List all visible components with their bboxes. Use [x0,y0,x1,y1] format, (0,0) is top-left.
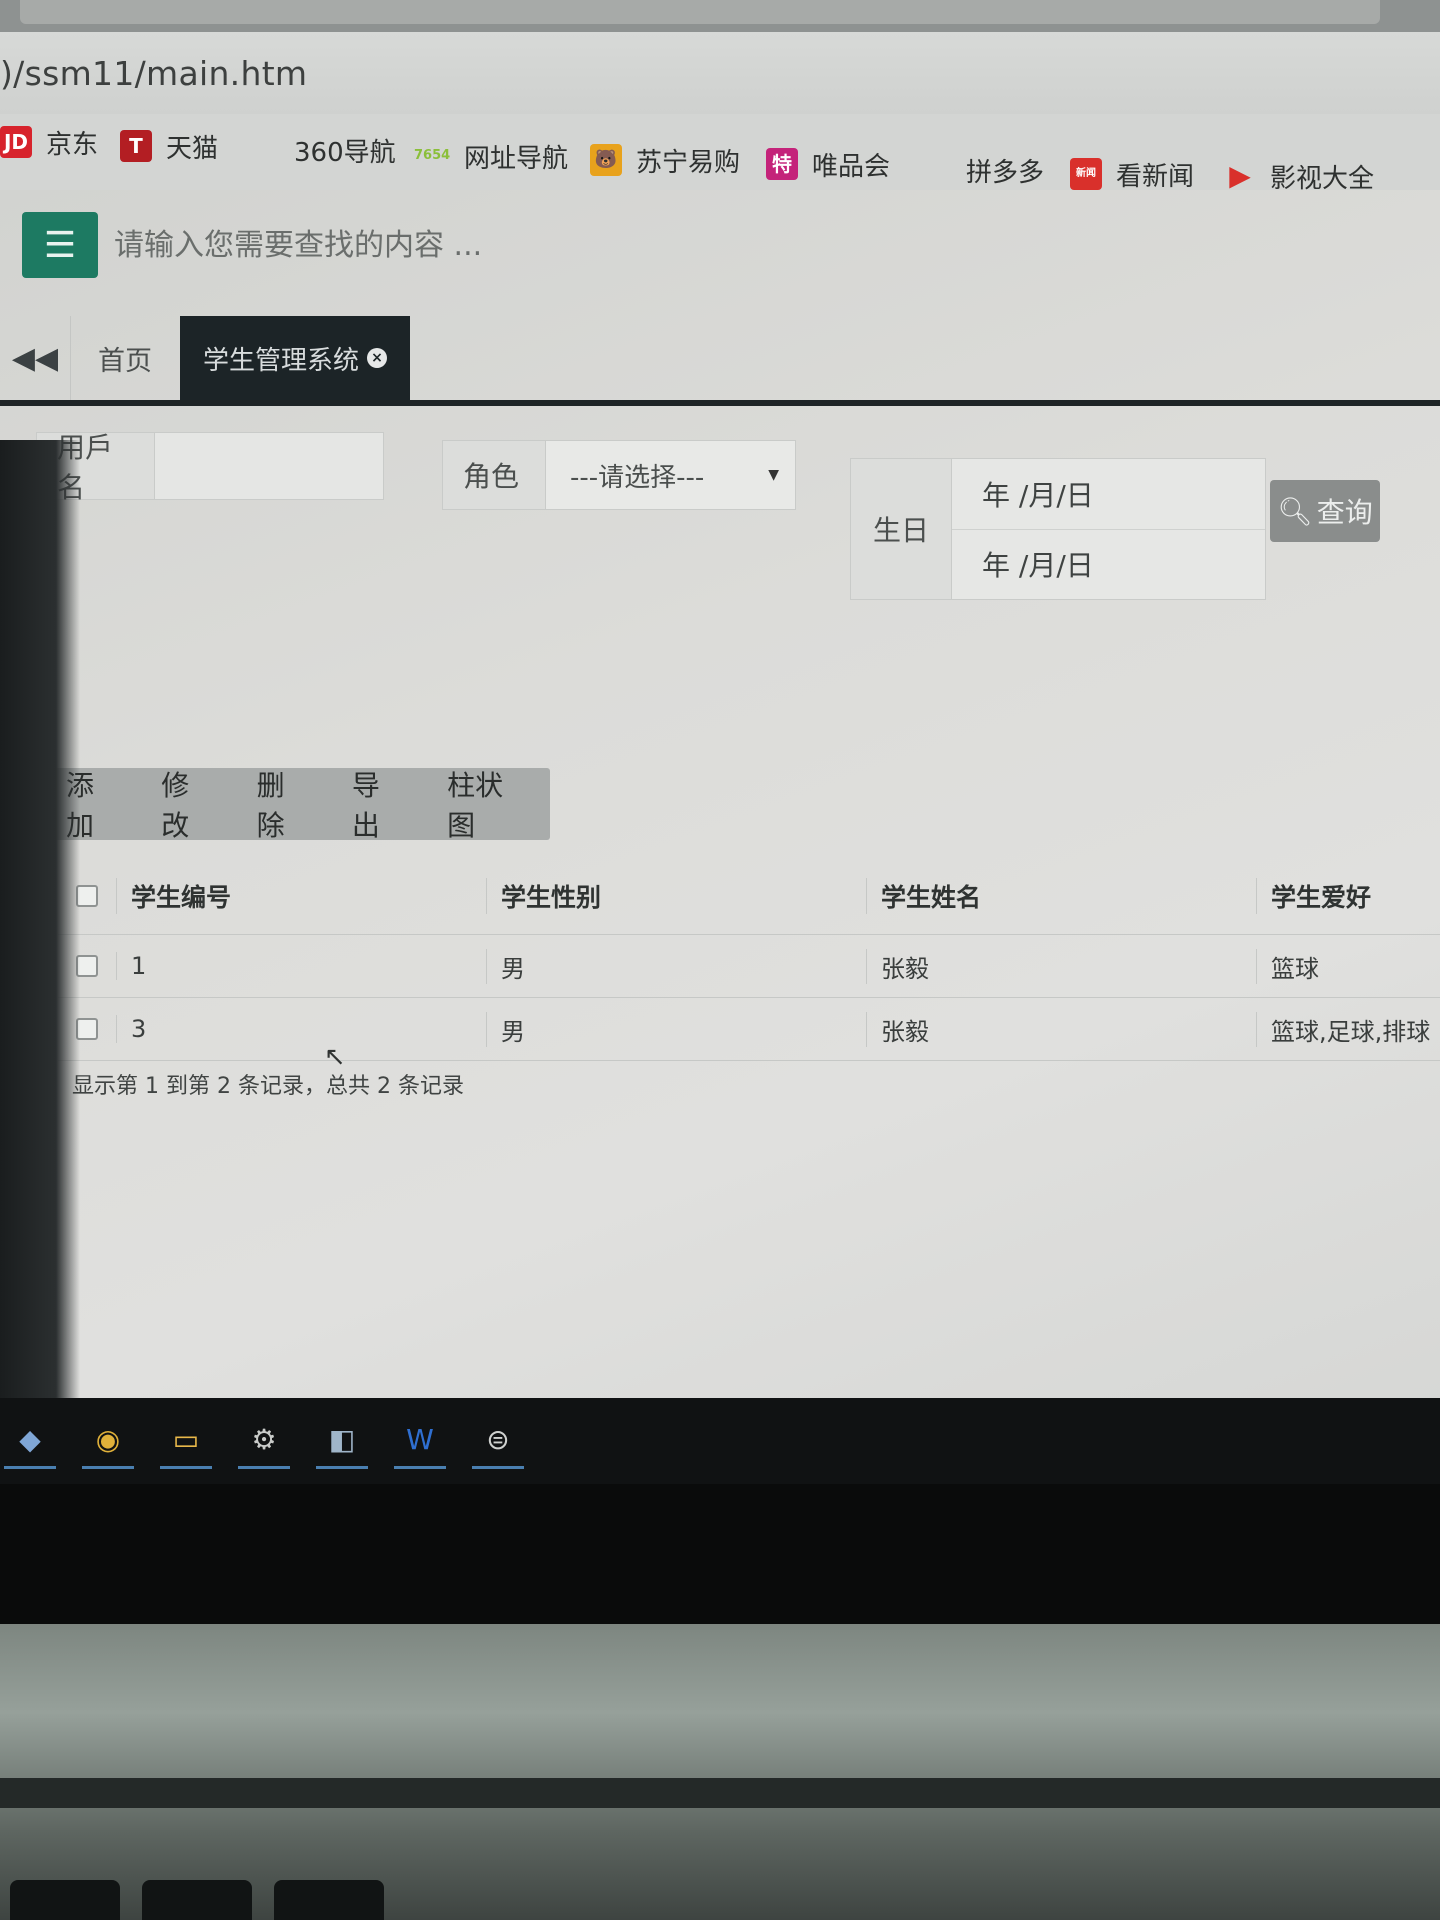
tab-scroll-left-button[interactable]: ◀◀ [0,316,71,400]
search-icon: 🔍︎ [1277,494,1313,528]
app-header: ☰ [0,190,1440,320]
role-filter: 角色 ---请选择--- ▼ [442,440,796,510]
laptop-deck-edge [0,1778,1440,1808]
app-icon[interactable]: ◧ [316,1414,368,1469]
query-button-label: 查询 [1316,496,1373,529]
tab-student-management[interactable]: 学生管理系统 × [180,316,410,400]
birthday-end-input[interactable]: 年 /月/日 [952,528,1265,599]
keyboard-key [274,1880,384,1920]
username-input[interactable] [155,433,383,499]
start-icon[interactable]: ◆ [4,1414,56,1469]
suning-icon: 🐻 [590,144,622,176]
menu-button[interactable]: ☰ [22,212,98,278]
7654-icon: 7654 [414,148,451,163]
keyboard-row [0,1880,1440,1920]
caret-down-icon: ▼ [768,467,779,483]
chrome-icon[interactable]: ◉ [82,1414,134,1469]
bookmark-news[interactable]: 新闻 看新闻 [1070,154,1194,194]
bookmark-label: 影视大全 [1270,163,1375,194]
bookmark-label: 京东 [46,129,99,160]
browser-tab[interactable] [20,0,1380,24]
mouse-cursor-icon: ↖ [324,1042,346,1072]
bookmark-7654[interactable]: 7654 网址导航 [414,136,568,176]
header-student-id[interactable]: 学生编号 [116,878,486,914]
jd-icon: JD [0,126,32,158]
bookmark-tmall[interactable]: T 天猫 [120,126,218,166]
role-label: 角色 [443,441,546,509]
cell-student-name: 张毅 [866,948,1256,984]
student-table: 学生编号 学生性别 学生姓名 学生爱好 1 男 张毅 篮球 3 男 张毅 篮球,… [58,858,1440,1061]
laptop-deck [0,1624,1440,1920]
bookmark-label: 网址导航 [464,143,569,174]
bookmark-jd[interactable]: JD 京东 [0,122,98,162]
settings-gear-icon[interactable]: ⚙ [238,1414,290,1469]
cell-student-id: 1 [116,952,486,980]
cell-student-gender: 男 [486,1011,866,1047]
birthday-filter: 生日 年 /月/日 年 /月/日 [850,458,1266,600]
cell-student-hobby: 篮球,足球,排球 [1256,1011,1440,1047]
tab-bar: ◀◀ 首页 学生管理系统 × [0,316,1440,406]
app-screen: ☰ ◀◀ 首页 学生管理系统 × 用戶名 角色 ---请选择--- ▼ 生日 [0,190,1440,1418]
bookmark-label: 看新闻 [1116,161,1195,192]
bookmark-pdd[interactable]: 拼多多 [966,150,1044,190]
role-select[interactable]: ---请选择--- ▼ [546,441,795,509]
global-search-input[interactable] [112,216,1016,274]
cell-student-hobby: 篮球 [1256,948,1440,984]
tab-home[interactable]: 首页 [70,316,180,400]
os-taskbar: ◆ ◉ ▭ ⚙ ◧ W ⊜ [0,1398,1440,1484]
bookmark-label: 苏宁易购 [636,147,741,178]
close-icon[interactable]: × [367,348,387,368]
browser-tabstrip [0,0,1440,32]
bookmarks-bar: JD 京东 T 天猫 360导航 7654 网址导航 🐻 苏宁易购 特 唯品会 … [0,114,1440,194]
header-student-hobby[interactable]: 学生爱好 [1256,878,1440,914]
edit-button[interactable]: 修改 [141,768,236,842]
table-row[interactable]: 1 男 张毅 篮球 [58,935,1440,998]
role-selected-value: ---请选择--- [570,462,705,493]
double-chevron-left-icon: ◀◀ [11,340,59,376]
play-icon: ▶ [1229,159,1251,192]
bookmark-label: 拼多多 [966,157,1045,188]
header-student-gender[interactable]: 学生性别 [486,878,866,914]
birthday-label: 生日 [851,459,952,599]
pagination-info: 显示第 1 到第 2 条记录，总共 2 条记录 [72,1074,464,1099]
tmall-icon: T [120,130,152,162]
cell-student-gender: 男 [486,948,866,984]
wps-writer-icon[interactable]: W [394,1414,446,1469]
query-button[interactable]: 🔍︎ 查询 [1270,480,1380,542]
table-row[interactable]: 3 男 张毅 篮球,足球,排球 [58,998,1440,1061]
export-button[interactable]: 导出 [332,768,427,842]
bookmark-suning[interactable]: 🐻 苏宁易购 [590,140,740,180]
cell-student-id: 3 [116,1015,486,1043]
bookmark-label: 天猫 [166,133,219,164]
date-range: 年 /月/日 年 /月/日 [952,459,1265,599]
bookmark-vip[interactable]: 特 唯品会 [766,144,890,184]
table-header-row: 学生编号 学生性别 学生姓名 学生爱好 [58,858,1440,935]
keyboard-key [10,1880,120,1920]
monitor-bezel [0,440,80,1420]
main-content: 用戶名 角色 ---请选择--- ▼ 生日 年 /月/日 年 /月/日 🔍︎ 查… [34,428,1440,1418]
birthday-start-input[interactable]: 年 /月/日 [952,459,1265,529]
tab-label: 学生管理系统 [202,345,359,376]
vip-icon: 特 [766,148,798,180]
header-student-name[interactable]: 学生姓名 [866,878,1256,914]
username-filter: 用戶名 [36,431,384,504]
table-toolbar: 添加 修改 删除 导出 柱状图 [46,768,550,842]
bookmark-label: 360导航 [294,137,396,168]
url-text[interactable]: )/ssm11/main.htm [0,54,307,93]
network-app-icon[interactable]: ⊜ [472,1414,524,1469]
bar-chart-button[interactable]: 柱状图 [427,768,550,842]
delete-button[interactable]: 删除 [237,768,332,842]
news-icon: 新闻 [1070,158,1102,190]
bookmark-label: 唯品会 [812,151,891,182]
monitor-bottom-bezel [0,1484,1440,1624]
address-bar[interactable]: )/ssm11/main.htm [0,32,1440,115]
bookmark-360[interactable]: 360导航 [294,130,396,170]
hamburger-icon: ☰ [43,224,77,266]
cell-student-name: 张毅 [866,1011,1256,1047]
keyboard-key [142,1880,252,1920]
file-explorer-icon[interactable]: ▭ [160,1414,212,1469]
